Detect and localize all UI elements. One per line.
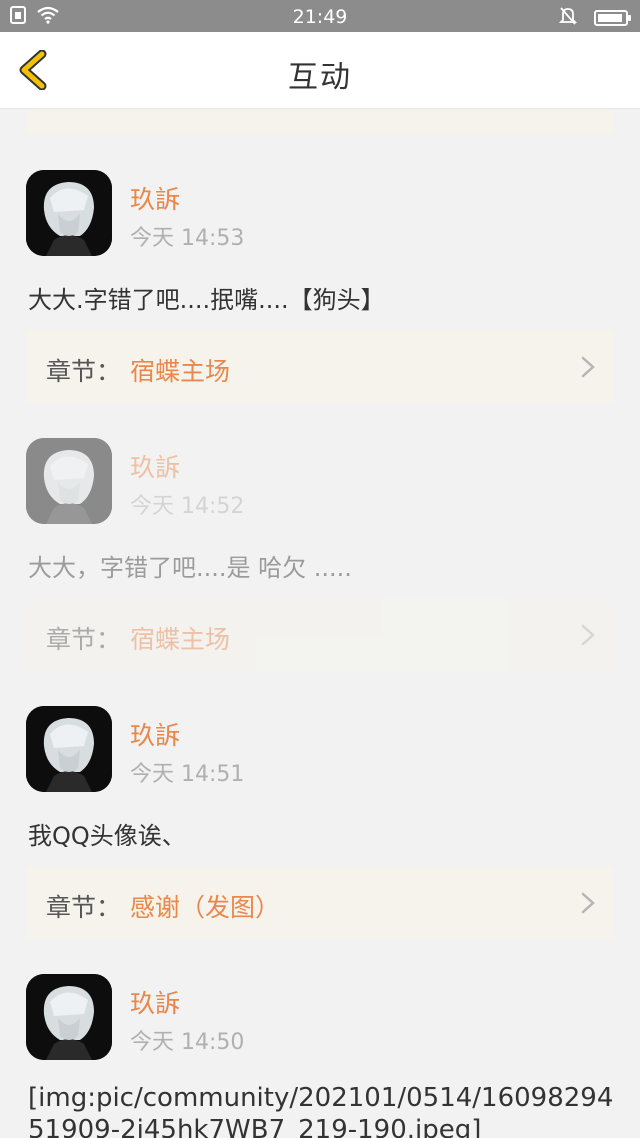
avatar[interactable] — [26, 170, 112, 256]
chapter-card[interactable]: 章节： 感谢（发图） — [26, 866, 614, 940]
timestamp: 今天 14:52 — [130, 494, 245, 519]
timestamp: 今天 14:51 — [130, 762, 245, 787]
comment-item: 玖訴 今天 14:53 大大.字错了吧....抿嘴....【狗头】 章节： 宿蝶… — [0, 170, 640, 438]
chapter-label: 章节： — [46, 625, 122, 654]
chapter-card[interactable]: 章节： 宿蝶主场 — [26, 598, 614, 672]
username[interactable]: 玖訴 — [130, 180, 180, 216]
chapter-title: 宿蝶主场 — [130, 357, 231, 386]
page-title: 互动 — [288, 60, 352, 95]
nav-bar: 互动 — [0, 32, 640, 108]
battery-icon — [594, 10, 631, 26]
chevron-right-icon — [580, 891, 596, 915]
comment-text: 我QQ头像诶、 — [28, 822, 186, 850]
avatar[interactable] — [26, 706, 112, 792]
username[interactable]: 玖訴 — [130, 448, 180, 484]
clock: 21:49 — [292, 6, 348, 28]
status-bar: 21:49 — [0, 0, 640, 32]
chevron-right-icon — [580, 623, 596, 647]
mute-bell-icon — [558, 6, 578, 30]
avatar[interactable] — [26, 438, 112, 524]
chevron-right-icon — [580, 355, 596, 379]
chapter-title: 宿蝶主场 — [130, 625, 231, 654]
avatar[interactable] — [26, 974, 112, 1060]
chapter-title: 感谢（发图） — [130, 893, 281, 922]
comment-item: 玖訴 今天 14:52 大大，字错了吧....是 哈欠 ..... 章节： 宿蝶… — [0, 438, 640, 706]
comment-text: [img:pic/community/202101/0514/160982945… — [28, 1083, 614, 1138]
username[interactable]: 玖訴 — [130, 984, 180, 1020]
chapter-label: 章节： — [46, 893, 122, 922]
comment-text: 大大.字错了吧....抿嘴....【狗头】 — [28, 286, 385, 314]
chapter-label: 章节： — [46, 357, 122, 386]
timestamp: 今天 14:50 — [130, 1030, 245, 1055]
comment-text: 大大，字错了吧....是 哈欠 ..... — [28, 554, 352, 582]
comment-item: 玖訴 今天 14:51 我QQ头像诶、 章节： 感谢（发图） — [0, 706, 640, 974]
chapter-card[interactable]: 章节： 宿蝶主场 — [26, 330, 614, 404]
timestamp: 今天 14:53 — [130, 226, 245, 251]
username[interactable]: 玖訴 — [130, 716, 180, 752]
